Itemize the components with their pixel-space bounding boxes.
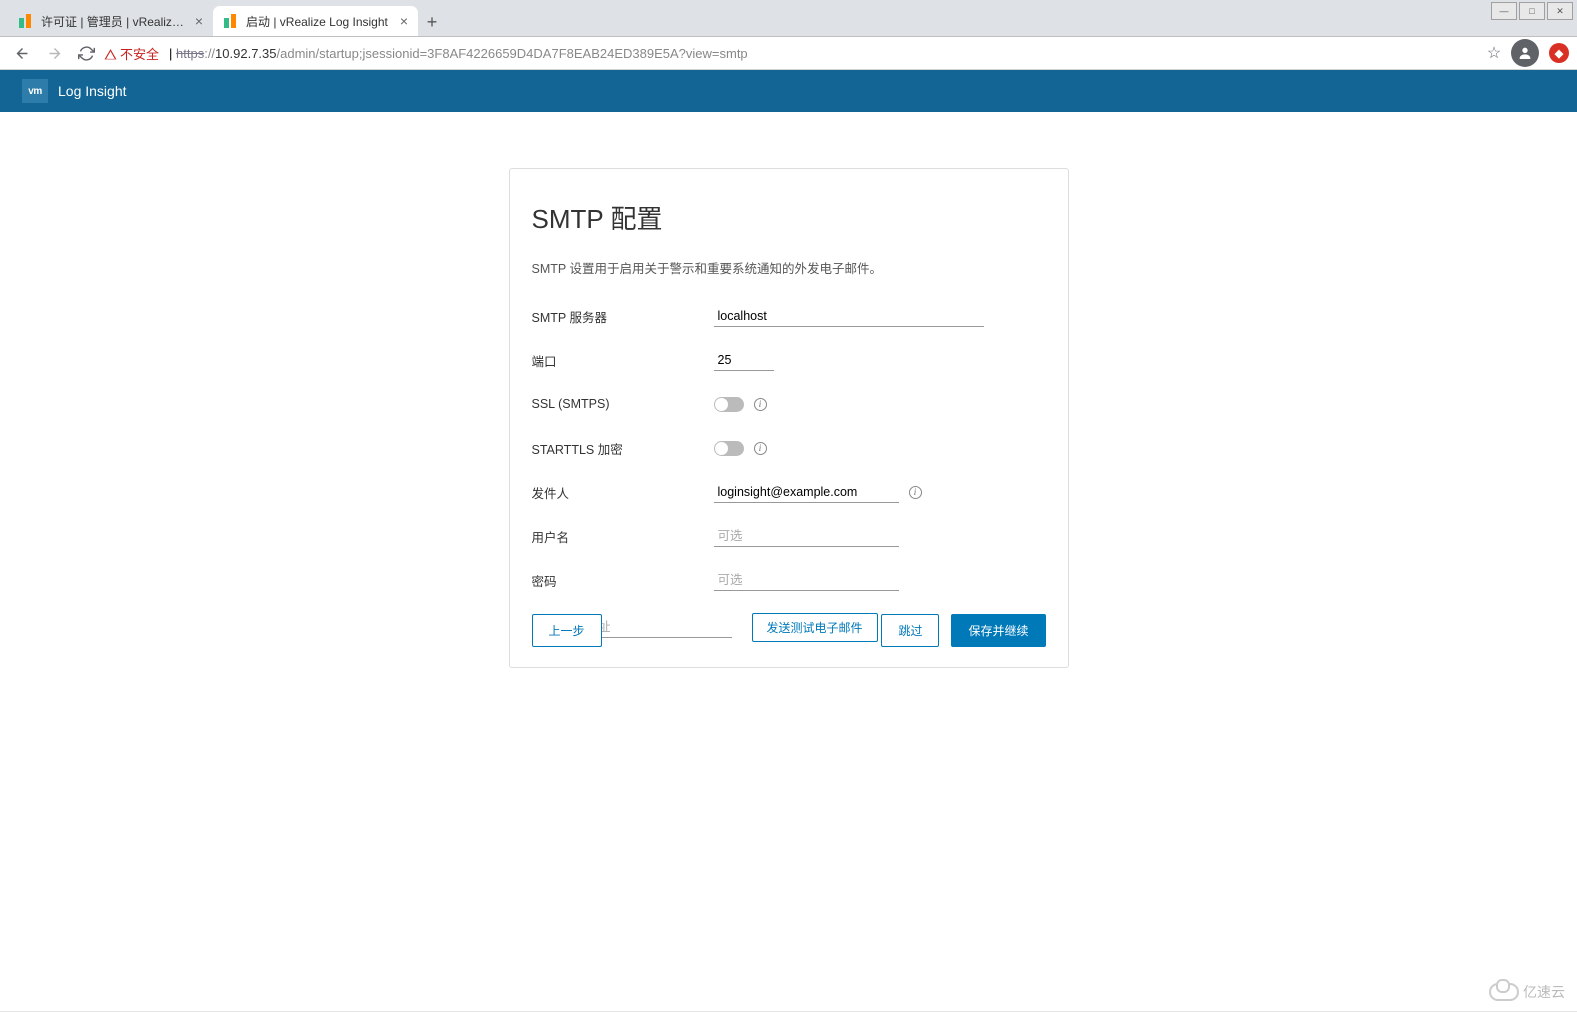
- browser-tab[interactable]: 启动 | vRealize Log Insight ×: [213, 6, 418, 36]
- info-icon[interactable]: i: [909, 486, 922, 499]
- save-continue-button[interactable]: 保存并继续: [951, 614, 1045, 647]
- skip-button[interactable]: 跳过: [881, 614, 939, 647]
- port-input[interactable]: [714, 350, 774, 371]
- reload-button[interactable]: [72, 39, 100, 67]
- extension-icon[interactable]: ◆: [1549, 43, 1569, 63]
- label-password: 密码: [532, 571, 714, 590]
- content-area: SMTP 配置 SMTP 设置用于启用关于警示和重要系统通知的外发电子邮件。 S…: [0, 112, 1577, 1012]
- cloud-icon: [1489, 983, 1519, 1001]
- row-password: 密码: [532, 569, 1046, 591]
- window-controls: — □ ✕: [1491, 2, 1573, 20]
- bookmark-icon[interactable]: ☆: [1481, 43, 1507, 63]
- close-icon[interactable]: ×: [400, 13, 408, 29]
- app-header: vm Log Insight: [0, 70, 1577, 112]
- row-starttls: STARTTLS 加密 i: [532, 437, 1046, 459]
- username-input[interactable]: [714, 526, 899, 547]
- smtp-server-input[interactable]: [714, 306, 984, 327]
- row-smtp-server: SMTP 服务器: [532, 305, 1046, 327]
- row-username: 用户名: [532, 525, 1046, 547]
- row-port: 端口: [532, 349, 1046, 371]
- address-bar: 不安全 | https://10.92.7.35/admin/startup;j…: [0, 37, 1577, 70]
- label-starttls: STARTTLS 加密: [532, 439, 714, 458]
- row-ssl: SSL (SMTPS) i: [532, 393, 1046, 415]
- page-description: SMTP 设置用于启用关于警示和重要系统通知的外发电子邮件。: [532, 258, 1046, 277]
- insecure-warning: 不安全: [104, 44, 159, 63]
- maximize-button[interactable]: □: [1519, 2, 1545, 20]
- close-window-button[interactable]: ✕: [1547, 2, 1573, 20]
- vmware-logo-icon: vm: [22, 79, 48, 103]
- nav-forward-button[interactable]: [40, 39, 68, 67]
- label-port: 端口: [532, 351, 714, 370]
- tab-title: 许可证 | 管理员 | vRealize Lo: [41, 13, 189, 30]
- config-card: SMTP 配置 SMTP 设置用于启用关于警示和重要系统通知的外发电子邮件。 S…: [509, 168, 1069, 668]
- favicon-icon: [18, 13, 34, 29]
- label-smtp-server: SMTP 服务器: [532, 307, 714, 326]
- browser-tab[interactable]: 许可证 | 管理员 | vRealize Lo ×: [8, 6, 213, 36]
- profile-icon[interactable]: [1511, 39, 1539, 67]
- label-username: 用户名: [532, 527, 714, 546]
- card-footer: 上一步 跳过 保存并继续: [532, 614, 1046, 647]
- browser-tabstrip: 许可证 | 管理员 | vRealize Lo × 启动 | vRealize …: [0, 0, 1577, 37]
- label-ssl: SSL (SMTPS): [532, 397, 714, 411]
- ssl-toggle[interactable]: [714, 397, 744, 412]
- tab-title: 启动 | vRealize Log Insight: [246, 13, 394, 30]
- watermark: 亿速云: [1489, 982, 1565, 1002]
- starttls-toggle[interactable]: [714, 441, 744, 456]
- info-icon[interactable]: i: [754, 442, 767, 455]
- new-tab-button[interactable]: +: [418, 8, 446, 36]
- label-sender: 发件人: [532, 483, 714, 502]
- info-icon[interactable]: i: [754, 398, 767, 411]
- page-title: SMTP 配置: [532, 199, 1046, 236]
- favicon-icon: [223, 13, 239, 29]
- minimize-button[interactable]: —: [1491, 2, 1517, 20]
- close-icon[interactable]: ×: [195, 13, 203, 29]
- app-title: Log Insight: [58, 83, 127, 99]
- password-input[interactable]: [714, 570, 899, 591]
- sender-input[interactable]: [714, 482, 899, 503]
- nav-back-button[interactable]: [8, 39, 36, 67]
- row-sender: 发件人 i: [532, 481, 1046, 503]
- back-button[interactable]: 上一步: [532, 614, 602, 647]
- url-display[interactable]: 不安全 | https://10.92.7.35/admin/startup;j…: [104, 44, 1477, 63]
- url-scheme: https: [176, 46, 204, 61]
